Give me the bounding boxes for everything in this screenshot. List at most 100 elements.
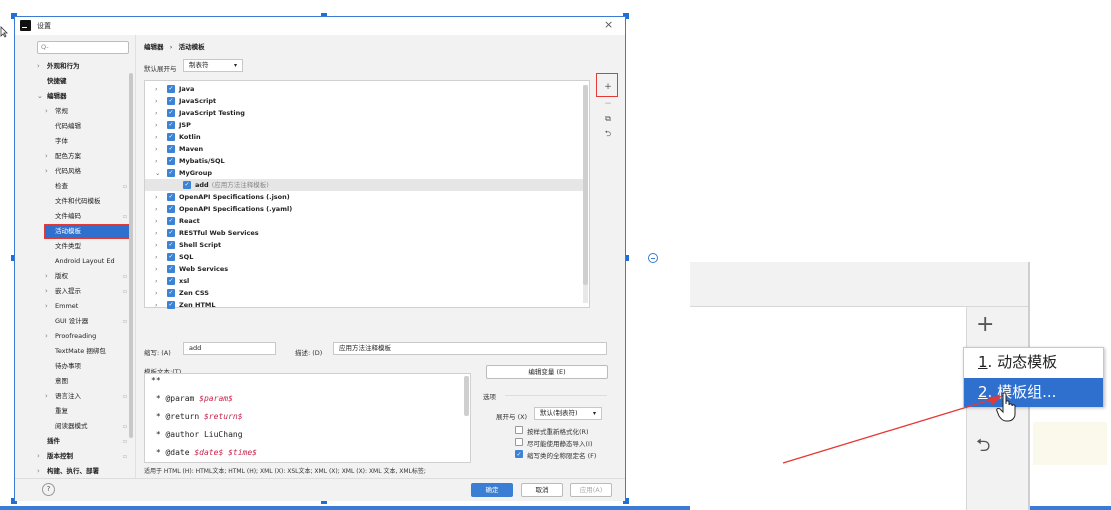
chevron-right-icon[interactable]: › <box>45 300 53 313</box>
chevron-right-icon[interactable]: › <box>155 155 158 167</box>
sidebar-item[interactable]: 重复 <box>45 405 129 418</box>
options-expand-select[interactable]: 默认(制表符) ▾ <box>534 407 602 420</box>
chevron-down-icon[interactable]: ⌄ <box>37 90 45 103</box>
sidebar-item[interactable]: › 构建、执行、部署 <box>37 465 129 478</box>
sidebar-item[interactable]: 快捷键 <box>37 75 129 88</box>
checkbox-checked[interactable]: ✓ <box>167 217 175 225</box>
template-group-row[interactable]: › ✓ JavaScript Testing <box>145 107 585 119</box>
checkbox[interactable] <box>515 438 523 446</box>
sidebar-item[interactable]: 文件类型 <box>45 240 129 253</box>
chevron-right-icon[interactable]: › <box>155 287 158 299</box>
checkbox-checked[interactable]: ✓ <box>167 277 175 285</box>
checkbox-checked[interactable]: ✓ <box>167 301 175 309</box>
template-group-row[interactable]: › ✓ RESTful Web Services <box>145 227 585 239</box>
template-group-row[interactable]: › ✓ OpenAPI Specifications (.json) <box>145 191 585 203</box>
template-group-row[interactable]: › ✓ Mybatis/SQL <box>145 155 585 167</box>
sidebar-scrollbar[interactable] <box>129 73 133 438</box>
checkbox-checked[interactable]: ✓ <box>167 205 175 213</box>
checkbox-checked[interactable]: ✓ <box>515 450 523 458</box>
sidebar-item[interactable]: Android Layout Ed <box>45 255 129 268</box>
chevron-right-icon[interactable]: › <box>155 251 158 263</box>
sidebar-item[interactable]: › Proofreading <box>45 330 129 343</box>
checkbox-checked[interactable]: ✓ <box>167 169 175 177</box>
checkbox-checked[interactable]: ✓ <box>167 121 175 129</box>
checkbox-checked[interactable]: ✓ <box>167 229 175 237</box>
template-group-row[interactable]: › ✓ SQL <box>145 251 585 263</box>
template-group-row[interactable]: ⌄ ✓ MyGroup <box>145 167 585 179</box>
template-row[interactable]: ✓ add (应用方法注释模板) <box>145 179 585 191</box>
sidebar-item[interactable]: › 外观和行为 <box>37 60 129 73</box>
chevron-right-icon[interactable]: › <box>155 215 158 227</box>
tree-scrollbar[interactable] <box>583 85 588 303</box>
sidebar-item[interactable]: › 代码风格 <box>45 165 129 178</box>
sidebar-item[interactable]: › Emmet <box>45 300 129 313</box>
template-group-row[interactable]: › ✓ JavaScript <box>145 95 585 107</box>
sidebar-item[interactable]: › 语言注入 ▫ <box>45 390 129 403</box>
chevron-right-icon[interactable]: › <box>37 450 45 463</box>
chevron-right-icon[interactable]: › <box>155 275 158 287</box>
sidebar-item[interactable]: 插件 ▫ <box>37 435 129 448</box>
chevron-right-icon[interactable]: › <box>45 330 53 343</box>
checkbox-checked[interactable]: ✓ <box>167 133 175 141</box>
help-button[interactable]: ? <box>42 483 55 496</box>
minus-circle-icon[interactable] <box>648 253 658 263</box>
sidebar-item[interactable]: 代码编辑 <box>45 120 129 133</box>
sidebar-item[interactable]: › 嵌入提示 ▫ <box>45 285 129 298</box>
ok-button[interactable]: 确定 <box>471 483 513 497</box>
chevron-right-icon[interactable]: › <box>155 239 158 251</box>
chevron-right-icon[interactable]: › <box>155 203 158 215</box>
close-icon[interactable]: × <box>604 18 613 31</box>
checkbox-checked[interactable]: ✓ <box>167 109 175 117</box>
checkbox-checked[interactable]: ✓ <box>167 241 175 249</box>
checkbox-checked[interactable]: ✓ <box>167 97 175 105</box>
restore-icon[interactable]: ⮌ <box>600 127 616 141</box>
abbreviation-input[interactable]: add <box>183 342 276 355</box>
sidebar-item[interactable]: 待办事项 <box>45 360 129 373</box>
cancel-button[interactable]: 取消 <box>521 483 563 497</box>
checkbox-checked[interactable]: ✓ <box>167 289 175 297</box>
sidebar-item[interactable]: › 常规 <box>45 105 129 118</box>
checkbox[interactable] <box>515 426 523 434</box>
copy-icon[interactable]: ⧉ <box>600 112 616 126</box>
breadcrumb-item[interactable]: 编辑器 <box>144 43 164 51</box>
chevron-right-icon[interactable]: › <box>155 83 158 95</box>
checkbox-checked[interactable]: ✓ <box>167 85 175 93</box>
checkbox-checked[interactable]: ✓ <box>167 157 175 165</box>
chevron-right-icon[interactable]: › <box>155 119 158 131</box>
template-group-row[interactable]: › ✓ Java <box>145 83 585 95</box>
expand-with-select[interactable]: 制表符 ▾ <box>183 59 243 72</box>
chevron-right-icon[interactable]: › <box>155 95 158 107</box>
template-group-row[interactable]: › ✓ Web Services <box>145 263 585 275</box>
chevron-right-icon[interactable]: › <box>37 60 45 73</box>
template-group-row[interactable]: › ✓ OpenAPI Specifications (.yaml) <box>145 203 585 215</box>
chevron-right-icon[interactable]: › <box>45 105 53 118</box>
sidebar-item[interactable]: 阅读器模式 ▫ <box>45 420 129 433</box>
chevron-right-icon[interactable]: › <box>45 270 53 283</box>
chevron-down-icon[interactable]: ⌄ <box>155 167 160 179</box>
sidebar-item[interactable]: 字体 <box>45 135 129 148</box>
sidebar-item[interactable]: 意图 <box>45 375 129 388</box>
zoom-add-icon[interactable]: + <box>976 312 994 337</box>
edit-variables-button[interactable]: 编辑变量 (E) <box>486 365 608 379</box>
checkbox-checked[interactable]: ✓ <box>167 193 175 201</box>
add-icon[interactable]: + <box>600 80 616 94</box>
template-group-row[interactable]: › ✓ React <box>145 215 585 227</box>
chevron-right-icon[interactable]: › <box>155 227 158 239</box>
checkbox-checked[interactable]: ✓ <box>167 145 175 153</box>
chevron-right-icon[interactable]: › <box>155 131 158 143</box>
chevron-right-icon[interactable]: › <box>155 143 158 155</box>
sidebar-item[interactable]: 活动模板 <box>44 224 130 239</box>
chevron-right-icon[interactable]: › <box>45 390 53 403</box>
apply-button[interactable]: 应用(A) <box>570 483 612 497</box>
template-group-row[interactable]: › ✓ Kotlin <box>145 131 585 143</box>
remove-icon[interactable]: − <box>600 97 616 111</box>
applicable-context[interactable]: 适用于 HTML (H): HTML文本; HTML (H); XML (X):… <box>144 466 426 475</box>
template-group-row[interactable]: › ✓ Maven <box>145 143 585 155</box>
chevron-right-icon[interactable]: › <box>155 263 158 275</box>
chevron-right-icon[interactable]: › <box>37 465 45 478</box>
chevron-right-icon[interactable]: › <box>45 150 53 163</box>
template-group-row[interactable]: › ✓ Zen CSS <box>145 287 585 299</box>
sidebar-item[interactable]: › 配色方案 <box>45 150 129 163</box>
checkbox-checked[interactable]: ✓ <box>183 181 191 189</box>
template-group-row[interactable]: › ✓ Shell Script <box>145 239 585 251</box>
